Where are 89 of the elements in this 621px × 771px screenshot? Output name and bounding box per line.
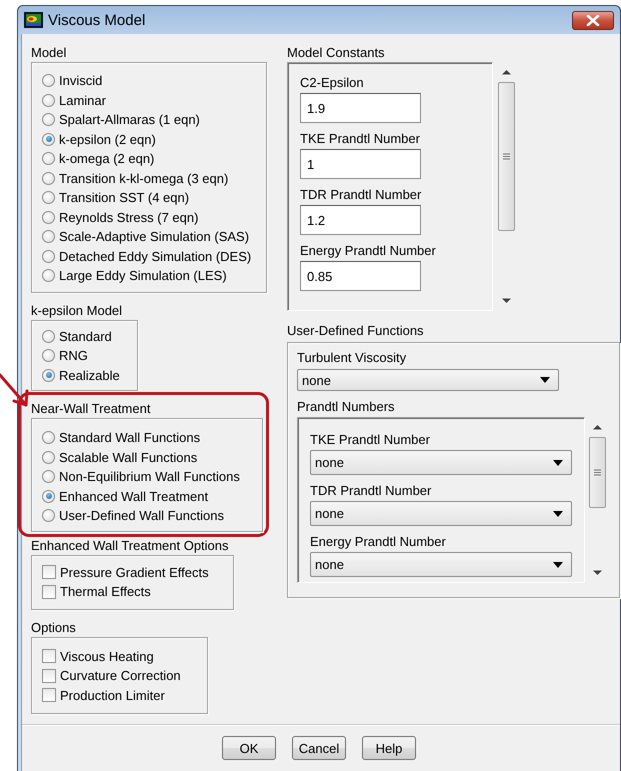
checkbox[interactable] — [42, 668, 56, 683]
scroll-down-icon[interactable] — [502, 298, 511, 304]
radio-button[interactable] — [42, 269, 55, 282]
option-label[interactable]: Spalart-Allmaras (1 eqn) — [59, 112, 200, 128]
checkbox[interactable] — [42, 584, 56, 599]
scrollbar-thumb[interactable] — [498, 82, 515, 231]
field-label: Turbulent Viscosity — [297, 350, 406, 366]
caret-icon[interactable] — [553, 460, 563, 466]
field-label: C2-Epsilon — [300, 75, 364, 91]
input-field[interactable]: 1.9 — [300, 93, 421, 123]
dropdown[interactable]: none — [310, 501, 572, 526]
option-label[interactable]: Standard — [59, 328, 112, 344]
dropdown[interactable]: none — [310, 450, 572, 475]
option-label[interactable]: Laminar — [59, 92, 106, 108]
option-label[interactable]: Large Eddy Simulation (LES) — [59, 268, 227, 284]
group-label: Model — [31, 45, 66, 61]
dropdown[interactable]: none — [297, 369, 559, 391]
app-icon — [24, 12, 43, 28]
option-label[interactable]: k-epsilon (2 eqn) — [59, 132, 156, 147]
group-label: Model Constants — [287, 45, 385, 61]
radio-button[interactable] — [42, 152, 55, 166]
option-label[interactable]: Detached Eddy Simulation (DES) — [59, 248, 252, 264]
dialog-button[interactable]: Cancel — [292, 736, 346, 760]
scroll-down-icon[interactable] — [593, 570, 602, 576]
option-label[interactable]: Pressure Gradient Effects — [60, 564, 209, 580]
checkbox[interactable] — [42, 565, 56, 580]
caret-icon[interactable] — [553, 562, 563, 568]
field-label: TKE Prandtl Number — [300, 131, 420, 147]
caret-icon[interactable] — [540, 377, 550, 383]
checkbox[interactable] — [42, 649, 56, 664]
scroll-up-icon[interactable] — [593, 424, 602, 430]
radio-button[interactable] — [42, 450, 55, 464]
field-label: TDR Prandtl Number — [300, 187, 422, 203]
group-label: Prandtl Numbers — [297, 399, 395, 415]
field-label: Energy Prandtl Number — [300, 243, 436, 259]
option-label[interactable]: Production Limiter — [60, 688, 165, 703]
dialog-button[interactable]: Help — [362, 736, 416, 760]
radio-button[interactable] — [42, 250, 55, 263]
input-field[interactable]: 1.2 — [300, 205, 421, 235]
option-label[interactable]: k-omega (2 eqn) — [59, 151, 154, 166]
radio-button[interactable] — [42, 509, 55, 522]
option-label[interactable]: Scale-Adaptive Simulation (SAS) — [59, 229, 250, 244]
close-button[interactable] — [572, 10, 614, 30]
window-title: Viscous Model — [48, 12, 146, 28]
radio-button[interactable] — [42, 132, 55, 146]
caret-icon[interactable] — [553, 510, 563, 516]
field-label: TDR Prandtl Number — [310, 483, 432, 499]
option-label[interactable]: Enhanced Wall Treatment — [59, 488, 208, 504]
option-label[interactable]: Reynolds Stress (7 eqn) — [59, 210, 198, 225]
field-label: TKE Prandtl Number — [310, 432, 430, 448]
option-label[interactable]: User-Defined Wall Functions — [59, 508, 224, 524]
radio-button[interactable] — [42, 490, 55, 503]
option-label[interactable]: Transition SST (4 eqn) — [59, 190, 190, 206]
input-field[interactable]: 0.85 — [300, 261, 421, 291]
radio-button[interactable] — [42, 470, 55, 484]
group-label: Options — [31, 620, 76, 636]
option-label[interactable]: Realizable — [59, 368, 120, 383]
group-label: Near-Wall Treatment — [31, 401, 150, 417]
radio-button[interactable] — [42, 368, 55, 382]
option-label[interactable]: Inviscid — [59, 73, 102, 88]
radio-button[interactable] — [42, 113, 55, 126]
group-label: User-Defined Functions — [287, 323, 424, 339]
radio-button[interactable] — [42, 349, 55, 362]
radio-button[interactable] — [42, 191, 55, 204]
group-label: Enhanced Wall Treatment Options — [31, 538, 229, 554]
radio-button[interactable] — [42, 431, 55, 444]
close-icon[interactable] — [586, 14, 600, 26]
scroll-up-icon[interactable] — [502, 69, 511, 75]
option-label[interactable]: Non-Equilibrium Wall Functions — [59, 469, 240, 484]
dialog-button[interactable]: OK — [222, 736, 276, 760]
input-field[interactable]: 1 — [300, 149, 421, 179]
option-label[interactable]: Transition k-kl-omega (3 eqn) — [59, 170, 228, 186]
scrollbar-thumb[interactable] — [589, 437, 606, 508]
radio-button[interactable] — [42, 94, 55, 107]
dropdown[interactable]: none — [310, 552, 572, 577]
checkbox[interactable] — [42, 688, 56, 702]
option-label[interactable]: Scalable Wall Functions — [59, 450, 198, 465]
option-label[interactable]: RNG — [59, 348, 88, 364]
option-label[interactable]: Standard Wall Functions — [59, 430, 200, 446]
option-label[interactable]: Curvature Correction — [60, 668, 181, 684]
radio-button[interactable] — [42, 330, 55, 343]
option-label[interactable]: Thermal Effects — [60, 584, 151, 600]
field-label: Energy Prandtl Number — [310, 534, 446, 550]
radio-button[interactable] — [42, 74, 55, 88]
option-label[interactable]: Viscous Heating — [60, 648, 154, 664]
group-label: k-epsilon Model — [31, 302, 122, 318]
radio-button[interactable] — [42, 210, 55, 224]
radio-button[interactable] — [42, 230, 55, 244]
radio-button[interactable] — [42, 172, 55, 185]
